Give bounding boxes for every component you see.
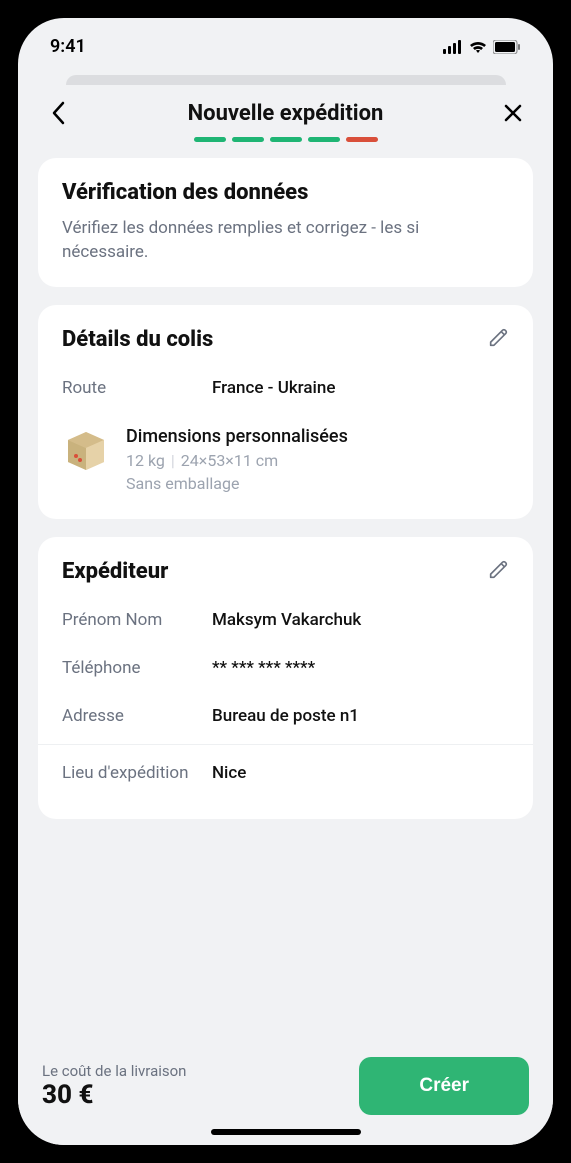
sheet-handle [18, 65, 553, 85]
package-weight: 12 kg [126, 451, 165, 470]
pencil-icon [487, 327, 509, 349]
sender-phone-value: ** *** *** **** [212, 658, 315, 678]
progress-step-1 [194, 137, 226, 142]
phone-frame: 9:41 Nouvelle expédition [0, 0, 571, 1163]
sender-address-label: Adresse [62, 706, 212, 726]
battery-icon [493, 40, 521, 54]
phone-screen: 9:41 Nouvelle expédition [18, 18, 553, 1145]
sender-title: Expéditeur [62, 559, 168, 584]
status-icons [443, 40, 521, 54]
cost-value: 30 € [42, 1080, 186, 1110]
signal-icon [443, 40, 463, 54]
verification-card: Vérification des données Vérifiez les do… [38, 158, 533, 287]
sender-name-value: Maksym Vakarchuk [212, 610, 361, 630]
package-dimensions: 24×53×11 cm [181, 451, 278, 470]
cost-label: Le coût de la livraison [42, 1062, 186, 1080]
package-meta: 12 kg|24×53×11 cm [126, 451, 348, 470]
page-title: Nouvelle expédition [188, 101, 384, 126]
modal-header: Nouvelle expédition [18, 85, 553, 133]
pencil-icon [487, 559, 509, 581]
sender-location-value: Nice [212, 763, 246, 783]
home-indicator[interactable] [211, 1129, 361, 1135]
verification-title: Vérification des données [62, 180, 509, 205]
progress-step-3 [270, 137, 302, 142]
progress-bar [18, 133, 553, 158]
sender-location-label: Lieu d'expédition [62, 763, 212, 783]
wifi-icon [469, 40, 487, 54]
edit-details-button[interactable] [487, 327, 509, 353]
progress-step-5 [346, 137, 378, 142]
details-title: Détails du colis [62, 327, 213, 352]
sender-phone-label: Téléphone [62, 658, 212, 678]
progress-step-4 [308, 137, 340, 142]
status-bar: 9:41 [18, 18, 553, 65]
chevron-left-icon [51, 101, 65, 125]
sender-card: Expéditeur Prénom Nom Maksym Vakarchuk T… [38, 537, 533, 819]
close-icon [503, 103, 523, 123]
divider [38, 744, 533, 745]
back-button[interactable] [42, 97, 74, 129]
progress-step-2 [232, 137, 264, 142]
cost-block: Le coût de la livraison 30 € [42, 1062, 186, 1110]
package-dimensions-title: Dimensions personnalisées [126, 426, 348, 447]
package-box-icon [62, 426, 110, 474]
content-scroll[interactable]: Vérification des données Vérifiez les do… [18, 158, 553, 1043]
edit-sender-button[interactable] [487, 559, 509, 585]
route-value: France - Ukraine [212, 378, 335, 398]
sender-address-value: Bureau de poste n1 [212, 706, 359, 726]
package-details-card: Détails du colis Route France - Ukraine [38, 305, 533, 519]
status-time: 9:41 [50, 36, 86, 57]
sheet-handle-bar[interactable] [66, 75, 506, 85]
sender-name-label: Prénom Nom [62, 610, 212, 630]
close-button[interactable] [497, 97, 529, 129]
create-button[interactable]: Créer [359, 1057, 529, 1115]
verification-desc: Vérifiez les données remplies et corrige… [62, 217, 509, 265]
package-packaging: Sans emballage [126, 474, 348, 493]
route-label: Route [62, 378, 212, 398]
